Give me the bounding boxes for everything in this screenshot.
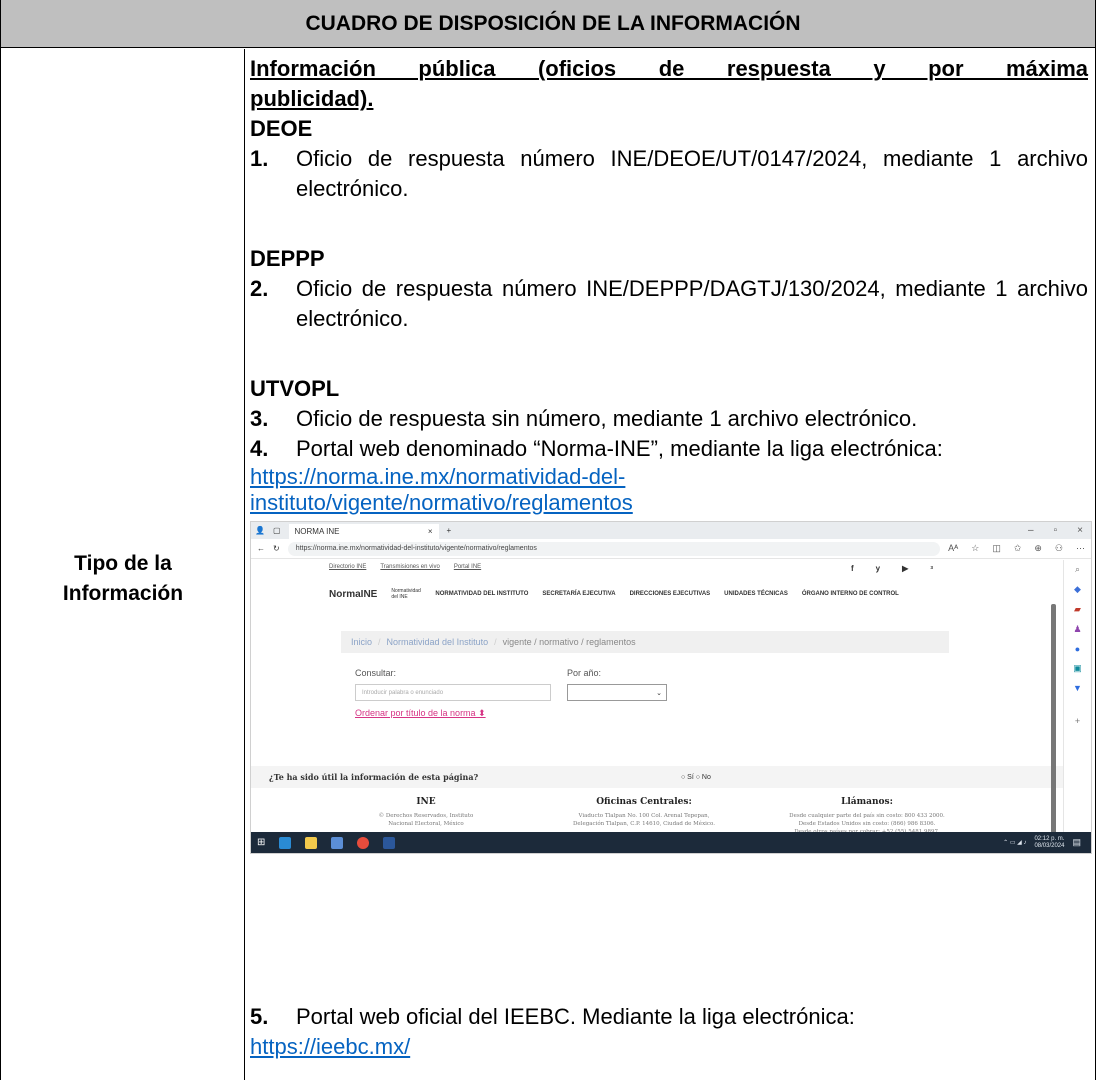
feedback-options[interactable]: ○ Sí ○ No	[681, 774, 711, 781]
top-links: Directorio INE Transmisiones en vivo Por…	[329, 564, 481, 570]
tools-icon[interactable]: ♟	[1073, 624, 1081, 635]
clock-date: 08/03/2024	[1034, 842, 1065, 849]
edge-icon[interactable]	[279, 836, 292, 849]
shopping-icon[interactable]: ▰	[1074, 604, 1081, 615]
browser-screenshot: 👤 ▢ NORMA INE × + – ▫ × ← ↻ https://norma…	[250, 521, 1092, 854]
row-label: Tipo de la Información	[62, 552, 184, 605]
address-bar: ← ↻ https://norma.ine.mx/normatividad-de…	[251, 539, 1091, 559]
section-deoe: DEOE	[250, 116, 313, 141]
main-menu: NormaINE Normatividad del INE NORMATIVID…	[329, 588, 899, 600]
norma-ine-link[interactable]: https://norma.ine.mx/normatividad-del-in…	[250, 464, 1088, 516]
tray-icons[interactable]: ⌃ ▭ ◢ ♪	[1003, 839, 1026, 846]
menu-item[interactable]: NORMATIVIDAD DEL INSTITUTO	[435, 591, 528, 597]
clock-time: 02:12 p. m.	[1034, 835, 1065, 842]
brand-logo[interactable]: NormaINE	[329, 589, 377, 600]
notifications-icon[interactable]: ▤	[1072, 837, 1081, 848]
close-icon[interactable]: ×	[428, 527, 433, 536]
menu-item[interactable]: DIRECCIONES EJECUTIVAS	[630, 591, 711, 597]
office-icon[interactable]: ●	[1075, 644, 1080, 654]
browser-tab[interactable]: NORMA INE ×	[288, 524, 439, 539]
list-item: 3. Oficio de respuesta sin número, median…	[250, 406, 918, 431]
restore-icon[interactable]: ▫	[1054, 525, 1058, 536]
footer-ine: INE © Derechos Reservados, Instituto Nac…	[378, 797, 474, 828]
directorio-link[interactable]: Directorio INE	[329, 564, 366, 570]
favorites-icon[interactable]: ✩	[1014, 543, 1022, 554]
portal-link[interactable]: Portal INE	[454, 564, 481, 570]
list-item: 1. Oficio de respuesta número INE/DEOE/UT…	[250, 146, 1088, 201]
content-cell: Información pública (oficios de respuest…	[250, 54, 1088, 516]
outlook-icon[interactable]: ▣	[1073, 663, 1082, 674]
section-deppp: DEPPP	[250, 246, 325, 271]
feedback-bar: ¿Te ha sido útil la información de esta …	[251, 766, 1063, 788]
menu-item[interactable]: SECRETARÍA EJECUTIVA	[542, 591, 615, 597]
youtube-icon[interactable]: ▶	[902, 564, 908, 573]
folder-icon[interactable]	[305, 836, 318, 849]
tabs-icon[interactable]: ▢	[273, 526, 281, 535]
section-utvopl: UTVOPL	[250, 376, 340, 401]
ieebc-link[interactable]: https://ieebc.mx/	[250, 1032, 1088, 1062]
list-item: 2. Oficio de respuesta número INE/DEPPP/D…	[250, 276, 1088, 331]
drop-icon[interactable]: ▼	[1073, 683, 1082, 693]
back-icon[interactable]: ←	[257, 544, 265, 553]
extensions-icon[interactable]: ⚇	[1055, 543, 1063, 554]
edge-sidebar: ⌕ ◆ ▰ ♟ ● ▣ ▼ +	[1063, 560, 1091, 834]
menu-item[interactable]: UNIDADES TÉCNICAS	[724, 591, 788, 597]
item-5: 5. Portal web oficial del IEEBC. Mediante…	[250, 1002, 1088, 1062]
table-title: CUADRO DE DISPOSICIÓN DE LA INFORMACIÓN	[305, 11, 801, 35]
browser-tabbar: 👤 ▢ NORMA INE × + – ▫ ×	[251, 522, 1091, 539]
chevron-down-icon: ⌄	[656, 689, 662, 697]
profile-icon[interactable]: 👤	[255, 526, 265, 535]
split-icon[interactable]: ◫	[992, 543, 1001, 554]
breadcrumb: Inicio / Normatividad del Instituto / vi…	[341, 631, 949, 653]
read-aloud-icon[interactable]: Aᴬ	[948, 543, 958, 554]
search-input[interactable]: Introducir palabra o enunciado	[355, 684, 551, 701]
label-column: Tipo de la Información	[1, 49, 245, 1080]
facebook-icon[interactable]: f	[851, 564, 854, 573]
windows-start-icon[interactable]: ⊞	[257, 837, 265, 848]
table-header: CUADRO DE DISPOSICIÓN DE LA INFORMACIÓN	[1, 0, 1095, 48]
minimize-icon[interactable]: –	[1028, 525, 1034, 536]
transmisiones-link[interactable]: Transmisiones en vivo	[380, 564, 439, 570]
copilot-icon[interactable]: ◆	[1074, 584, 1081, 595]
url-input[interactable]: https://norma.ine.mx/normatividad-del-in…	[287, 541, 941, 556]
section-title: Información pública (oficios de respuest…	[250, 56, 1088, 81]
menu-item[interactable]: ÓRGANO INTERNO DE CONTROL	[802, 591, 899, 597]
add-icon[interactable]: +	[1075, 716, 1080, 726]
footer-llamanos: Llámanos: Desde cualquier parte del país…	[789, 797, 945, 836]
footer: INE © Derechos Reservados, Instituto Nac…	[251, 798, 1063, 836]
scrollbar[interactable]	[1051, 604, 1056, 844]
window-close-icon[interactable]: ×	[1077, 525, 1083, 536]
footer-oficinas: Oficinas Centrales: Viaducto Tlalpan No.…	[573, 797, 715, 828]
twitter-icon[interactable]: y	[876, 564, 880, 573]
social-links: f y ▶ ᵌ	[851, 564, 933, 573]
year-label: Por año:	[567, 668, 602, 678]
reload-icon[interactable]: ↻	[273, 544, 280, 553]
favorite-icon[interactable]: ☆	[971, 543, 979, 554]
section-title-cont: publicidad).	[250, 86, 374, 111]
search-icon[interactable]: ⌕	[1075, 564, 1080, 575]
word-icon[interactable]	[383, 836, 396, 849]
search-label: Consultar:	[355, 668, 397, 678]
order-link[interactable]: Ordenar por título de la norma ⬍	[355, 708, 486, 719]
web-page: Directorio INE Transmisiones en vivo Por…	[251, 560, 1063, 844]
chrome-icon[interactable]	[357, 836, 370, 849]
system-tray: ⌃ ▭ ◢ ♪ 02:12 p. m. 08/03/2024 ▤	[1003, 835, 1091, 850]
collections-icon[interactable]: ⊕	[1034, 543, 1042, 554]
year-select[interactable]: ⌄	[567, 684, 667, 701]
teams-icon[interactable]	[331, 836, 344, 849]
more-icon[interactable]: ⋯	[1076, 543, 1085, 554]
list-item: 4. Portal web denominado “Norma-INE”, med…	[250, 436, 943, 461]
rss-icon[interactable]: ᵌ	[930, 564, 933, 573]
windows-taskbar: ⊞ ⌃ ▭ ◢ ♪ 02:12 p. m. 08/03/2024 ▤	[251, 832, 1091, 853]
new-tab-icon[interactable]: +	[447, 526, 452, 535]
